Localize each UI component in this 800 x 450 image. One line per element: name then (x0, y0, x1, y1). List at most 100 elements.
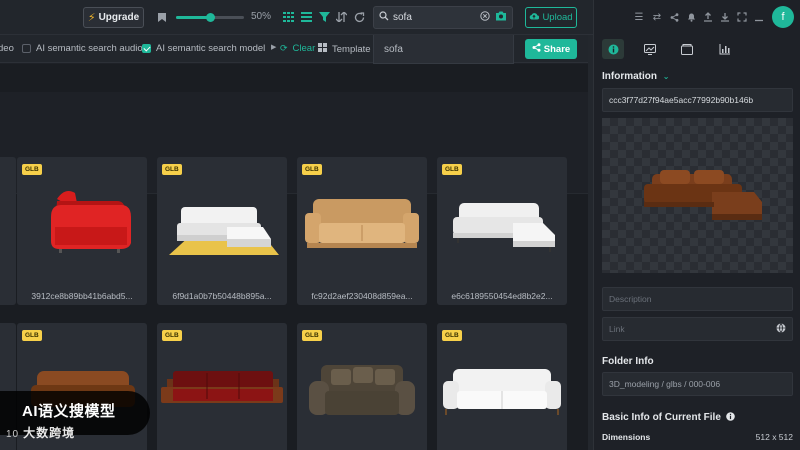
bookmark-icon[interactable] (155, 10, 169, 24)
app-window: ⚡ Upgrade 50% sofa Upload deo AI semanti… (0, 0, 800, 450)
filter-ai-audio[interactable]: AI semantic search audio (22, 43, 143, 54)
model-thumbnail (297, 177, 427, 272)
share-label: Share (543, 43, 571, 55)
watermark-logo-text: 大数跨境 (23, 426, 76, 440)
top-toolbar: ⚡ Upgrade 50% sofa Upload (0, 0, 593, 35)
globe-icon[interactable] (776, 323, 786, 335)
basic-info-heading: Basic Info of Current File (602, 412, 735, 424)
bolt-icon: ⚡ (87, 12, 96, 24)
camera-search-icon[interactable] (495, 11, 507, 24)
filter-partial-text: deo (0, 43, 14, 54)
asset-card[interactable]: GLB 3912ce8b89bb41b6abd5... (17, 157, 147, 305)
link-field[interactable]: Link (602, 317, 793, 341)
folder-info-heading: Folder Info (602, 356, 654, 367)
zoom-slider-fill (176, 16, 210, 19)
inspector-toolbar: ☰ ⇄ f (594, 0, 800, 35)
asset-card[interactable]: GLB 6f9d1a0b7b50448b895a... (157, 157, 287, 305)
clear-search-icon[interactable] (480, 11, 490, 24)
download-icon[interactable] (719, 11, 731, 23)
glb-badge: GLB (22, 164, 42, 175)
model-preview[interactable] (602, 118, 793, 273)
share-node-icon[interactable] (668, 11, 680, 23)
model-thumbnail (17, 177, 147, 272)
upgrade-button[interactable]: ⚡ Upgrade (83, 7, 144, 28)
audio-checkbox[interactable] (22, 44, 31, 53)
watermark-logo-mark: 10 (6, 429, 20, 440)
bell-icon[interactable] (685, 11, 697, 23)
filter-icon[interactable] (317, 10, 331, 24)
clear-label: Clear (292, 43, 316, 54)
search-suggestion-item[interactable]: sofa (384, 44, 403, 55)
link-placeholder: Link (609, 324, 625, 334)
inspector-panel: ☰ ⇄ f Information ⌄ ccc3f77d27f94ae5acc7… (593, 0, 800, 450)
clear-icon: ⟳ (280, 43, 288, 53)
clear-filters-button[interactable]: ⟳ Clear (280, 43, 315, 54)
watermark-logo: 10 大数跨境 (6, 424, 75, 441)
zoom-slider[interactable] (176, 13, 244, 22)
glb-badge: GLB (302, 330, 322, 341)
asset-card[interactable] (0, 157, 16, 305)
information-heading[interactable]: Information ⌄ (602, 71, 669, 82)
asset-card[interactable]: GLB e6c6189550454ed8b2e2... (437, 157, 567, 305)
glb-badge: GLB (162, 164, 182, 175)
asset-name: fc92d2aef230408d859ea... (311, 291, 413, 301)
filter-partial-label[interactable]: deo (0, 43, 14, 54)
upgrade-label: Upgrade (98, 12, 140, 23)
glb-badge: GLB (442, 330, 462, 341)
share-button[interactable]: Share (525, 39, 577, 59)
file-id-field[interactable]: ccc3f77d27f94ae5acc77992b90b146b (602, 88, 793, 112)
swap-icon[interactable]: ⇄ (651, 11, 663, 23)
info-icon[interactable] (725, 412, 735, 424)
asset-card[interactable]: GLB (437, 323, 567, 450)
asset-name: 3912ce8b89bb41b6abd5... (31, 291, 133, 301)
sort-icon[interactable] (334, 10, 348, 24)
watermark-title: AI语义搜模型 (22, 403, 116, 420)
search-box[interactable] (373, 6, 513, 29)
asset-card[interactable]: GLB (157, 323, 287, 450)
chevron-down-icon: ⌄ (662, 72, 670, 81)
tab-stats[interactable] (713, 39, 735, 59)
upload-icon[interactable] (702, 11, 714, 23)
zoom-label: 50% (251, 11, 272, 22)
model-thumbnail (157, 177, 287, 272)
model-thumbnail (437, 177, 567, 272)
dimensions-value: 512 x 512 (755, 432, 793, 442)
template-button[interactable]: Template (318, 43, 371, 55)
folder-path-field[interactable]: 3D_modeling / glbs / 000-006 (602, 372, 793, 396)
tab-information[interactable] (602, 39, 624, 59)
fullscreen-icon[interactable] (736, 11, 748, 23)
glb-badge: GLB (22, 330, 42, 341)
search-suggestions: sofa (373, 35, 514, 64)
search-input[interactable] (393, 12, 480, 23)
asset-name: 6f9d1a0b7b50448b895a... (172, 291, 272, 301)
asset-name: e6c6189550454ed8b2e2... (451, 291, 553, 301)
zoom-slider-handle[interactable] (206, 13, 215, 22)
template-icon (318, 43, 327, 55)
filter-ai-model[interactable]: AI semantic search model (142, 43, 265, 54)
asset-card[interactable]: GLB fc92d2aef230408d859ea... (297, 157, 427, 305)
refresh-icon[interactable] (352, 10, 366, 24)
dimensions-label: Dimensions (602, 432, 651, 442)
model-label: AI semantic search model (156, 43, 266, 54)
cloud-upload-icon (529, 12, 540, 23)
glb-badge: GLB (302, 164, 322, 175)
list-icon[interactable]: ☰ (633, 11, 645, 23)
asset-card[interactable]: GLB (297, 323, 427, 450)
caret-right-icon: ▶ (271, 44, 277, 51)
upload-label: Upload (542, 12, 573, 23)
upload-button[interactable]: Upload (525, 7, 577, 28)
model-thumbnail (297, 343, 427, 438)
model-checkbox[interactable] (142, 44, 151, 53)
description-field[interactable]: Description (602, 287, 793, 311)
preview-sofa-image (644, 170, 762, 220)
search-icon (379, 11, 389, 24)
list-view-icon[interactable] (299, 10, 313, 24)
grid-view-icon[interactable] (281, 10, 295, 24)
filter-scroll-right[interactable]: ▶ (271, 43, 276, 51)
minimize-icon[interactable] (753, 11, 765, 23)
glb-badge: GLB (442, 164, 462, 175)
user-avatar[interactable]: f (772, 6, 794, 28)
tab-folder[interactable] (676, 39, 698, 59)
tab-preview[interactable] (639, 39, 661, 59)
model-thumbnail (437, 343, 567, 438)
